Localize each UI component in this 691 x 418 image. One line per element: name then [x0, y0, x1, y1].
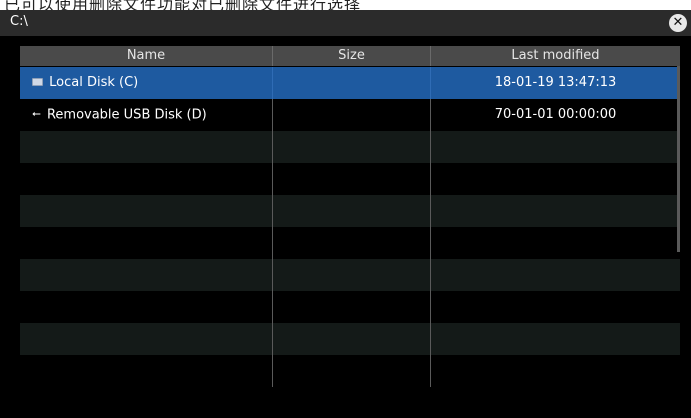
cell-name: ⭠ Removable USB Disk (D): [20, 99, 273, 131]
empty-cell: [273, 195, 431, 227]
close-icon: ✕: [672, 15, 684, 30]
empty-cell: [273, 131, 431, 163]
empty-cell: [20, 195, 273, 227]
empty-cell: [431, 291, 680, 323]
table-row-local-disk[interactable]: Local Disk (C) 18-01-19 13:47:13: [20, 67, 680, 99]
empty-cell: [273, 163, 431, 195]
close-button[interactable]: ✕: [669, 14, 687, 32]
table-body: Local Disk (C) 18-01-19 13:47:13 ⭠ Remov…: [20, 67, 680, 387]
table-row-empty: [20, 163, 680, 195]
empty-cell: [273, 259, 431, 291]
table-row-empty: [20, 131, 680, 163]
table-header: Name Size Last modified: [20, 46, 680, 66]
table-row-empty: [20, 227, 680, 259]
empty-cell: [273, 355, 431, 387]
empty-cell: [431, 163, 680, 195]
empty-cell: [431, 131, 680, 163]
cell-size: [273, 67, 431, 99]
empty-cell: [273, 291, 431, 323]
cell-name: Local Disk (C): [20, 67, 273, 99]
empty-cell: [20, 355, 273, 387]
cell-last-modified: 18-01-19 13:47:13: [494, 75, 617, 90]
file-browser-dialog: C:\ ✕ Name Size Last modified Local Disk…: [0, 10, 691, 418]
table-row-empty: [20, 323, 680, 355]
column-header-size[interactable]: Size: [273, 46, 431, 66]
table-row-usb-disk[interactable]: ⭠ Removable USB Disk (D) 70-01-01 00:00:…: [20, 99, 680, 131]
usb-icon: ⭠: [32, 107, 41, 120]
empty-cell: [20, 259, 273, 291]
empty-cell: [431, 323, 680, 355]
empty-cell: [20, 131, 273, 163]
background-caption-strip: 已可以使用删除文件功能对已删除文件进行选择: [0, 0, 691, 10]
empty-cell: [20, 227, 273, 259]
dialog-titlebar: C:\ ✕: [0, 10, 691, 36]
empty-cell: [20, 163, 273, 195]
empty-cell: [273, 323, 431, 355]
empty-cell: [431, 227, 680, 259]
table-row-empty: [20, 355, 680, 387]
empty-cell: [273, 227, 431, 259]
vertical-scrollbar[interactable]: [677, 66, 680, 252]
row-name-label: Removable USB Disk (D): [46, 107, 207, 123]
empty-cell: [20, 323, 273, 355]
disk-icon: [32, 77, 43, 86]
cell-size: [273, 99, 431, 131]
empty-cell: [431, 195, 680, 227]
column-header-last-modified[interactable]: Last modified: [431, 46, 680, 66]
table-row-empty: [20, 291, 680, 323]
dialog-title: C:\: [10, 14, 28, 29]
cell-last-modified: 70-01-01 00:00:00: [494, 107, 617, 122]
column-header-name[interactable]: Name: [20, 46, 273, 66]
empty-cell: [431, 259, 680, 291]
table-row-empty: [20, 259, 680, 291]
empty-cell: [431, 355, 680, 387]
background-caption-text: 已可以使用删除文件功能对已删除文件进行选择: [4, 0, 362, 10]
empty-cell: [20, 291, 273, 323]
row-name-label: Local Disk (C): [49, 75, 139, 90]
file-table: Name Size Last modified Local Disk (C) 1…: [20, 46, 680, 418]
table-row-empty: [20, 195, 680, 227]
